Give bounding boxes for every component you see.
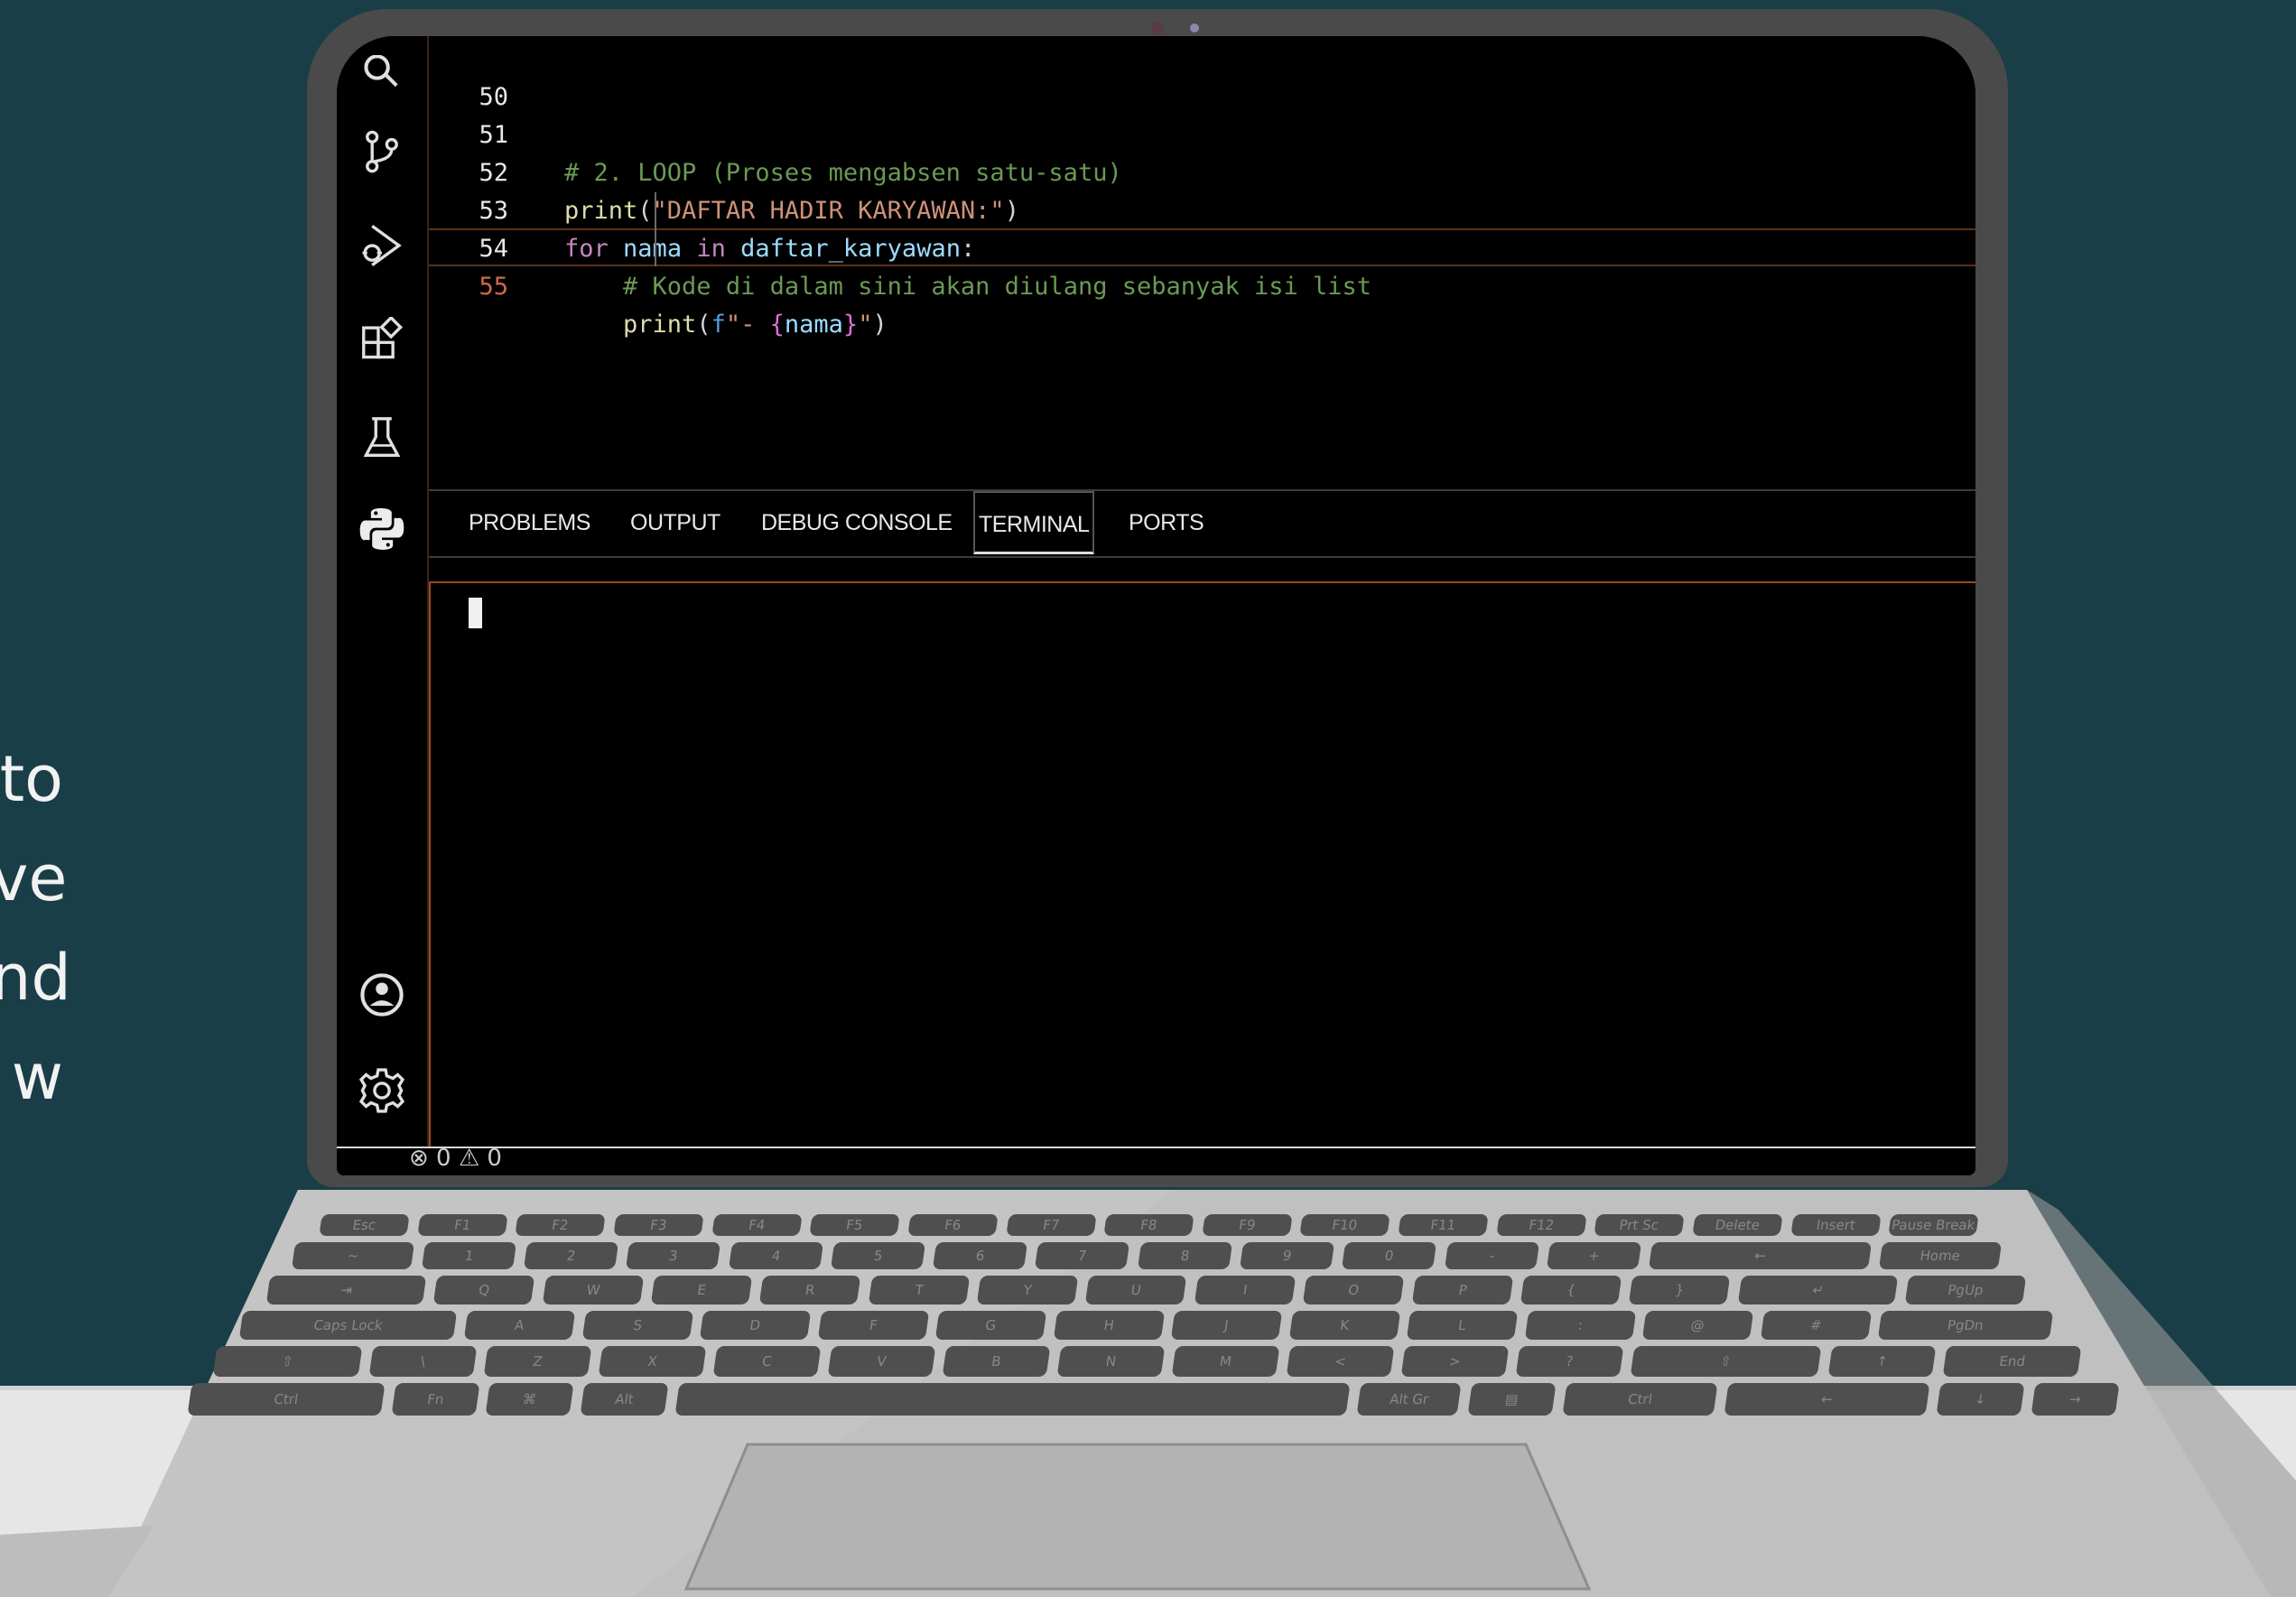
- keyboard-key: @: [1642, 1311, 1754, 1340]
- keyboard-key: F10: [1299, 1214, 1390, 1236]
- keyboard-key: ⇧: [1630, 1346, 1821, 1377]
- keyboard-key: Caps Lock: [238, 1311, 458, 1340]
- keyboard-key: F3: [613, 1214, 704, 1236]
- keyboard-key: H: [1053, 1311, 1165, 1340]
- keyboard-key: ↓: [1936, 1383, 2025, 1416]
- keyboard-key: U: [1085, 1276, 1188, 1305]
- keyboard-key: G: [934, 1311, 1046, 1340]
- keyboard-key: F8: [1103, 1214, 1194, 1236]
- keyboard-key: <: [1286, 1346, 1395, 1377]
- keyboard-key: ~: [291, 1242, 414, 1269]
- keyboard-key: 0: [1342, 1242, 1437, 1269]
- keyboard-key: +: [1546, 1242, 1642, 1269]
- keyboard-key: F7: [1005, 1214, 1096, 1236]
- keyboard-key: ?: [1515, 1346, 1623, 1377]
- keyboard-key: Fn: [391, 1383, 479, 1416]
- keyboard-key: >: [1400, 1346, 1510, 1377]
- keyboard-key: F12: [1496, 1214, 1587, 1236]
- keyboard-key: 8: [1137, 1242, 1233, 1269]
- keyboard-key: →: [2031, 1383, 2120, 1416]
- keyboard-key: B: [942, 1346, 1051, 1377]
- keyboard-key: I: [1194, 1276, 1297, 1305]
- keyboard-key: E: [650, 1276, 753, 1305]
- keyboard-key: 3: [626, 1242, 721, 1269]
- keyboard-key: -: [1444, 1242, 1539, 1269]
- keyboard-key: N: [1056, 1346, 1166, 1377]
- keyboard-key: ⇥: [265, 1276, 427, 1305]
- keyboard-key: Delete: [1692, 1214, 1783, 1236]
- keyboard-key: 9: [1239, 1242, 1335, 1269]
- keyboard-key: W: [542, 1276, 645, 1305]
- keyboard-key: F6: [907, 1214, 999, 1236]
- keyboard-key: {: [1520, 1276, 1622, 1305]
- touchpad: [683, 1443, 1592, 1591]
- keyboard-key: 4: [728, 1242, 823, 1269]
- keyboard-key: F5: [809, 1214, 900, 1236]
- keyboard-key: T: [868, 1276, 971, 1305]
- keyboard-key: ↑: [1827, 1346, 1936, 1377]
- keyboard-key: X: [598, 1346, 707, 1377]
- keyboard-key: Esc: [319, 1214, 410, 1236]
- keyboard-key: End: [1942, 1346, 2082, 1377]
- keyboard-key: P: [1411, 1276, 1514, 1305]
- keyboard-key: }: [1629, 1276, 1731, 1305]
- keyboard-key: ↵: [1737, 1276, 1899, 1305]
- keyboard-key: ⇧: [212, 1346, 363, 1377]
- keyboard-key: 6: [933, 1242, 1028, 1269]
- keyboard-key: Alt Gr: [1356, 1383, 1462, 1416]
- keyboard-key: F2: [515, 1214, 606, 1236]
- keyboard-key: F: [817, 1311, 929, 1340]
- keyboard-key: C: [712, 1346, 822, 1377]
- keyboard-key: ⌘: [485, 1383, 574, 1416]
- keyboard-key: PgDn: [1878, 1311, 2054, 1340]
- keyboard-key: F1: [416, 1214, 507, 1236]
- keyboard-key: Ctrl: [1562, 1383, 1718, 1416]
- keyboard-key: ▤: [1467, 1383, 1557, 1416]
- keyboard-key: Z: [483, 1346, 592, 1377]
- keyboard-key: D: [699, 1311, 811, 1340]
- keyboard-key: F11: [1398, 1214, 1489, 1236]
- keyboard-key: \: [368, 1346, 478, 1377]
- keyboard-key: M: [1171, 1346, 1280, 1377]
- keyboard-key: V: [827, 1346, 936, 1377]
- keyboard-key: K: [1288, 1311, 1400, 1340]
- keyboard-key: Pause Break: [1888, 1214, 1979, 1236]
- keyboard-key: 7: [1035, 1242, 1130, 1269]
- keyboard-key: 2: [523, 1242, 619, 1269]
- keyboard-key: ←: [1649, 1242, 1873, 1269]
- keyboard-key: 1: [421, 1242, 517, 1269]
- spacebar-key: [674, 1383, 1351, 1416]
- keyboard-key: Y: [976, 1276, 1079, 1305]
- keyboard-key: J: [1170, 1311, 1282, 1340]
- keyboard-key: O: [1302, 1276, 1405, 1305]
- keyboard-key: A: [463, 1311, 575, 1340]
- keyboard-key: L: [1407, 1311, 1519, 1340]
- keyboard-key: PgUp: [1904, 1276, 2027, 1305]
- keyboard-key: :: [1524, 1311, 1636, 1340]
- keyboard-key: F9: [1202, 1214, 1293, 1236]
- keyboard-key: Insert: [1790, 1214, 1882, 1236]
- keyboard-key: Ctrl: [187, 1383, 386, 1416]
- keyboard-key: Home: [1879, 1242, 2003, 1269]
- keyboard-key: 5: [830, 1242, 926, 1269]
- keyboard-key: ←: [1724, 1383, 1930, 1416]
- keyboard-key: #: [1760, 1311, 1872, 1340]
- keyboard-key: Q: [433, 1276, 535, 1305]
- keyboard-key: F4: [711, 1214, 802, 1236]
- keyboard-key: S: [581, 1311, 693, 1340]
- keyboard-key: Prt Sc: [1594, 1214, 1685, 1236]
- keyboard-key: R: [759, 1276, 862, 1305]
- keyboard-key: Alt: [580, 1383, 669, 1416]
